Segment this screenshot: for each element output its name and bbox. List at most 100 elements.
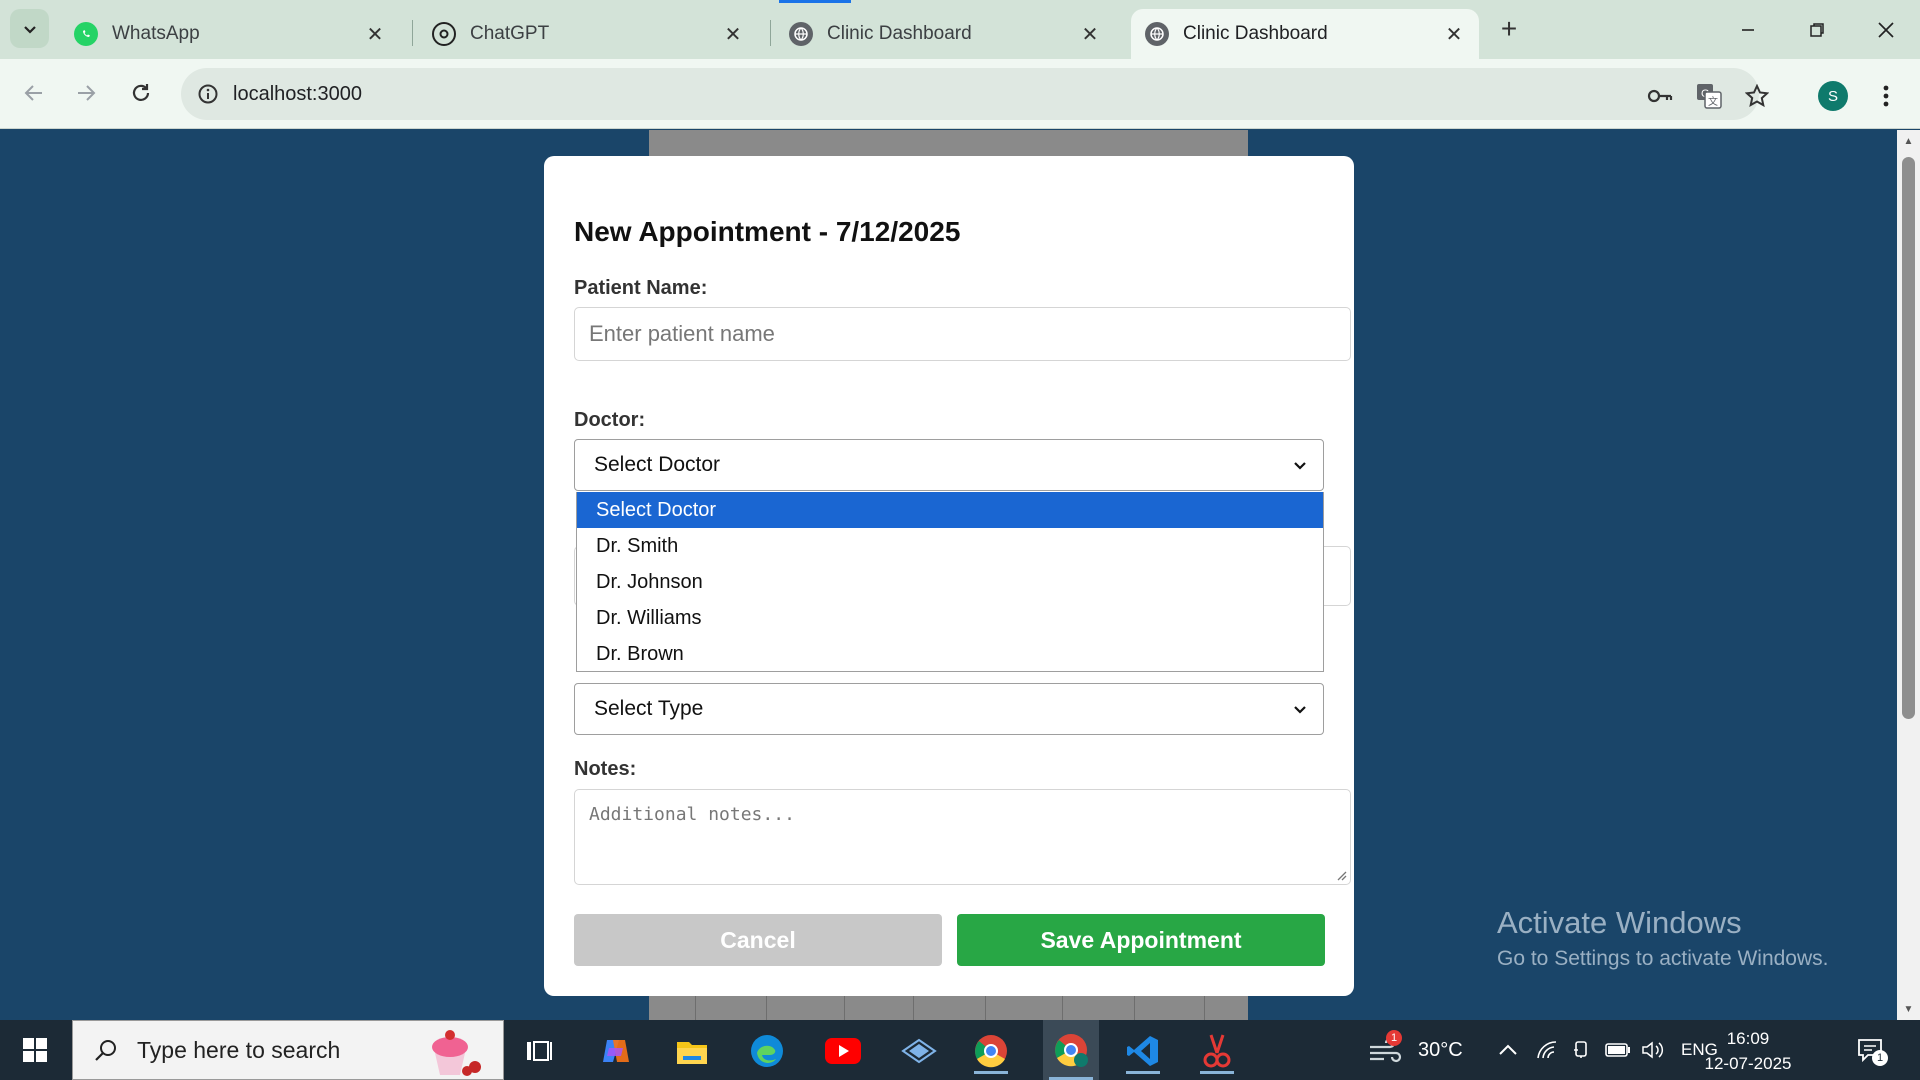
clock-date: 12-07-2025: [1704, 1054, 1792, 1073]
cupcake-icon: [423, 1025, 487, 1080]
chatgpt-icon: [432, 22, 456, 46]
tab-clinic-dashboard-active[interactable]: Clinic Dashboard ✕: [1131, 9, 1479, 59]
close-window-button[interactable]: [1866, 10, 1906, 50]
running-indicator: [1200, 1071, 1234, 1074]
save-appointment-button[interactable]: Save Appointment: [957, 914, 1325, 966]
patient-name-label: Patient Name:: [574, 277, 708, 299]
doctor-select[interactable]: Select Doctor: [574, 439, 1324, 491]
chevron-down-icon: [1294, 706, 1306, 714]
scrollbar-thumb[interactable]: [1902, 157, 1915, 719]
clock-time: 16:09: [1726, 1029, 1770, 1048]
password-key-icon[interactable]: [1646, 82, 1674, 110]
new-tab-button[interactable]: +: [1494, 13, 1524, 44]
tab-loading-indicator: [779, 0, 851, 3]
start-button[interactable]: [0, 1020, 70, 1080]
address-url: localhost:3000: [233, 82, 362, 105]
doctor-option[interactable]: Dr. Smith: [577, 528, 1323, 564]
arrow-right-icon: [78, 85, 96, 101]
minimize-button[interactable]: [1728, 10, 1768, 50]
youtube-icon[interactable]: [820, 1028, 866, 1074]
chevron-down-icon: [1294, 462, 1306, 470]
windows-logo-icon: [23, 1038, 47, 1062]
browser-menu-button[interactable]: [1876, 80, 1896, 112]
restore-button[interactable]: [1797, 10, 1837, 50]
meet-now-icon[interactable]: [1572, 1020, 1592, 1080]
tab-whatsapp[interactable]: WhatsApp ✕: [60, 9, 400, 59]
vscode-icon[interactable]: [1120, 1028, 1166, 1074]
doctor-select-value: Select Doctor: [594, 453, 721, 476]
search-icon: [95, 1040, 116, 1061]
copilot-icon[interactable]: [593, 1028, 639, 1074]
app-grid-icon[interactable]: [896, 1028, 942, 1074]
appointment-type-select[interactable]: Select Type: [574, 683, 1324, 735]
doctor-option[interactable]: Dr. Brown: [577, 636, 1323, 672]
weather-badge: 1: [1386, 1030, 1402, 1046]
running-indicator: [974, 1071, 1008, 1074]
notes-placeholder: Additional notes...: [589, 804, 795, 825]
tab-title: Clinic Dashboard: [827, 23, 972, 44]
chrome-icon[interactable]: [968, 1028, 1014, 1074]
reload-icon: [132, 84, 150, 101]
close-icon[interactable]: ✕: [722, 23, 744, 46]
weather-temperature: 30°C: [1418, 1038, 1463, 1061]
close-icon[interactable]: ✕: [364, 23, 386, 46]
type-select-value: Select Type: [594, 697, 704, 720]
show-hidden-icons-button[interactable]: [1498, 1020, 1518, 1080]
notes-label: Notes:: [574, 758, 637, 780]
volume-icon[interactable]: [1641, 1020, 1665, 1080]
tab-title: Clinic Dashboard: [1183, 23, 1328, 44]
edge-browser-icon[interactable]: [744, 1028, 790, 1074]
tab-search-button[interactable]: [10, 9, 49, 48]
battery-icon[interactable]: [1605, 1020, 1631, 1080]
patient-name-input[interactable]: Enter patient name: [574, 307, 1351, 361]
doctor-dropdown-list: Select Doctor Dr. Smith Dr. Johnson Dr. …: [576, 492, 1324, 672]
notifications-button[interactable]: 1: [1856, 1020, 1900, 1080]
network-icon[interactable]: [1536, 1020, 1558, 1080]
task-view-icon[interactable]: [516, 1028, 562, 1074]
reload-button[interactable]: [121, 73, 161, 113]
file-explorer-icon[interactable]: [669, 1028, 715, 1074]
restore-icon: [1810, 23, 1824, 37]
taskbar-search-box[interactable]: Type here to search: [72, 1020, 504, 1080]
translate-icon[interactable]: G文: [1695, 82, 1723, 110]
doctor-option[interactable]: Select Doctor: [577, 492, 1323, 528]
globe-icon: [1145, 22, 1169, 46]
doctor-option[interactable]: Dr. Williams: [577, 600, 1323, 636]
close-icon: [1878, 22, 1894, 38]
modal-title: New Appointment - 7/12/2025: [574, 216, 961, 247]
more-vertical-icon: [1883, 85, 1889, 107]
chevron-up-icon: [1499, 1044, 1517, 1055]
tab-chatgpt[interactable]: ChatGPT ✕: [418, 9, 758, 59]
tab-separator: [770, 20, 771, 46]
chrome-profile-icon[interactable]: [1043, 1020, 1099, 1080]
tab-strip: WhatsApp ✕ ChatGPT ✕ Clinic Dashboard ✕ …: [0, 0, 1920, 59]
tab-clinic-dashboard[interactable]: Clinic Dashboard ✕: [775, 9, 1115, 59]
address-bar[interactable]: localhost:3000 G文: [181, 68, 1769, 120]
svg-text:文: 文: [1708, 95, 1718, 108]
doctor-option[interactable]: Dr. Johnson: [577, 564, 1323, 600]
back-button[interactable]: [14, 73, 54, 113]
whatsapp-icon: [74, 22, 98, 46]
activate-windows-watermark: Activate Windows Go to Settings to activ…: [1497, 905, 1829, 971]
arrow-left-icon: [24, 85, 42, 101]
running-indicator: [1126, 1071, 1160, 1074]
tab-title: WhatsApp: [112, 23, 200, 44]
cancel-button[interactable]: Cancel: [574, 914, 942, 966]
system-clock[interactable]: 16:09 12-07-2025: [1700, 1026, 1796, 1076]
bookmark-star-icon[interactable]: [1743, 82, 1771, 110]
tab-title: ChatGPT: [470, 23, 550, 44]
weather-widget[interactable]: 1 30°C: [1368, 1020, 1463, 1080]
scroll-down-arrow-icon[interactable]: ▼: [1902, 1002, 1915, 1016]
scroll-up-arrow-icon[interactable]: ▲: [1902, 134, 1915, 148]
page-scrollbar[interactable]: ▲ ▼: [1897, 130, 1920, 1020]
globe-icon: [789, 22, 813, 46]
forward-button[interactable]: [66, 73, 106, 113]
profile-avatar[interactable]: S: [1818, 81, 1848, 111]
minimize-icon: [1742, 29, 1754, 31]
notes-textarea[interactable]: Additional notes...: [574, 789, 1351, 885]
snipping-tool-icon[interactable]: [1194, 1028, 1240, 1074]
close-icon[interactable]: ✕: [1443, 23, 1465, 46]
site-info-icon[interactable]: [197, 83, 219, 105]
resize-handle-icon[interactable]: [1335, 869, 1347, 881]
close-icon[interactable]: ✕: [1079, 23, 1101, 46]
